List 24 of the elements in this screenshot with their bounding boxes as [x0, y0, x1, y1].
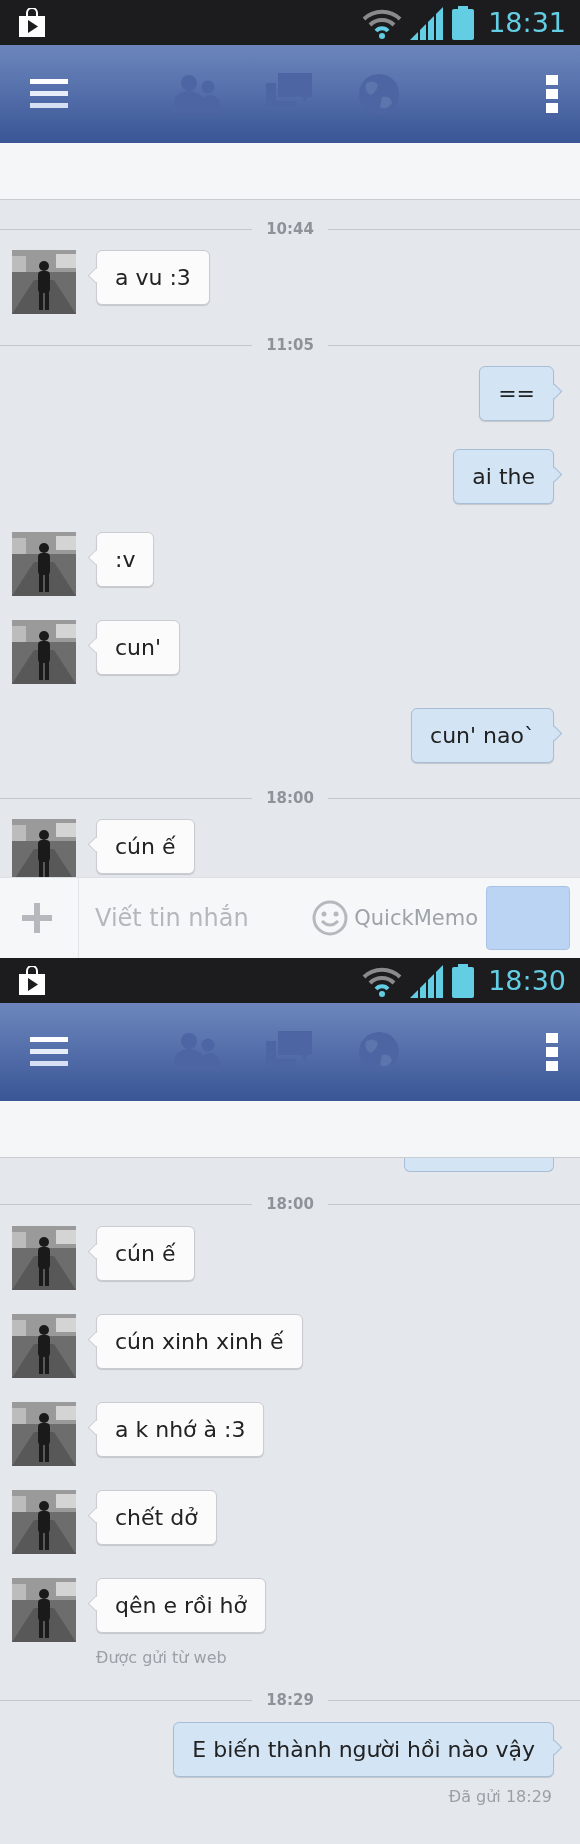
battery-icon: [452, 963, 475, 998]
store-bag-icon: [18, 7, 46, 38]
time-divider-label: 10:44: [266, 220, 314, 238]
plus-icon[interactable]: [22, 903, 52, 933]
time-divider-label: 11:05: [266, 336, 314, 354]
menu-icon[interactable]: [30, 77, 68, 111]
message-input[interactable]: Viết tin nhắn: [93, 903, 313, 933]
signal-icon: [410, 5, 445, 40]
overflow-menu-icon[interactable]: [546, 75, 558, 113]
overflow-menu-icon[interactable]: [546, 1033, 558, 1071]
menu-icon[interactable]: [30, 1035, 68, 1069]
send-button[interactable]: [486, 886, 570, 950]
signal-icon: [410, 963, 445, 998]
time-divider-label: 18:00: [266, 1195, 314, 1213]
time-divider-label: 18:00: [266, 789, 314, 807]
battery-icon: [452, 5, 475, 40]
clock: 18:31: [488, 7, 566, 38]
time-divider-label: 18:29: [266, 1691, 314, 1709]
message-status: Được gửi từ web: [96, 1648, 227, 1668]
clock: 18:30: [488, 965, 566, 996]
store-bag-icon: [18, 965, 46, 996]
smiley-icon[interactable]: [312, 900, 349, 936]
message-status: Đã gửi 18:29: [448, 1787, 552, 1807]
quickmemo-label: QuickMemo: [354, 906, 478, 930]
